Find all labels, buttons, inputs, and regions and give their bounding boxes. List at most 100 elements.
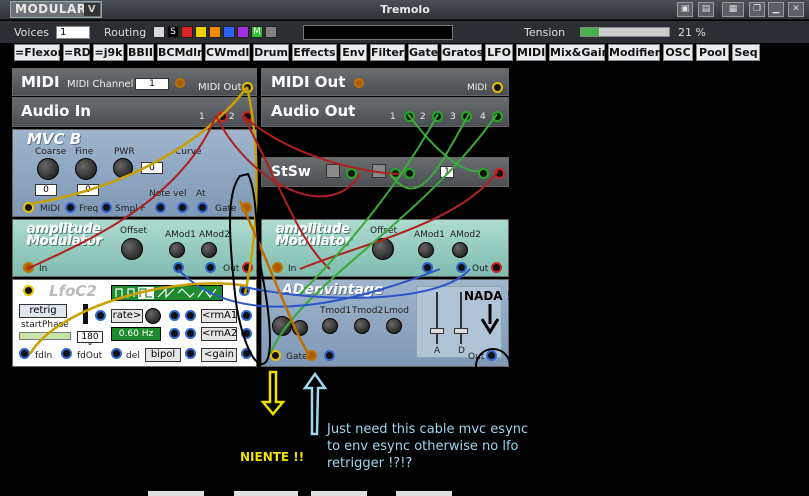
routing-swatch-6[interactable]: [237, 26, 249, 38]
am1-offset-knob[interactable]: [121, 238, 143, 260]
lfo-gain-out-jack[interactable]: [241, 348, 252, 359]
pin-icon[interactable]: ▣: [677, 2, 693, 17]
am2-offset-knob[interactable]: [372, 238, 394, 260]
category--j9k[interactable]: =j9k: [93, 44, 124, 61]
taskbar-tab-2[interactable]: [234, 491, 298, 496]
audio-out-jack-3[interactable]: [461, 111, 472, 122]
lfo-gain-jack[interactable]: [185, 348, 196, 359]
mvc-gate-jack[interactable]: [241, 202, 252, 213]
lfo-rma1-button[interactable]: <rmA1: [201, 309, 237, 323]
audio-out-jack-2[interactable]: [432, 111, 443, 122]
midi-channel-field[interactable]: 1: [135, 78, 169, 90]
category-cwmdl[interactable]: CWmdl: [205, 44, 250, 61]
routing-swatch-3[interactable]: [195, 26, 207, 38]
mvc-coarse-knob[interactable]: [37, 158, 59, 180]
env-tmod2-knob[interactable]: [354, 318, 370, 334]
routing-swatch-2[interactable]: [181, 26, 193, 38]
lfo-rate-knob[interactable]: [145, 308, 161, 324]
app-logo[interactable]: MODULAR V: [10, 1, 102, 18]
am1-amod1-jack[interactable]: [173, 262, 184, 273]
category--flexor[interactable]: =Flexor: [14, 44, 63, 61]
tension-bar[interactable]: [580, 27, 670, 37]
audio-out-jack-1[interactable]: [404, 111, 415, 122]
lfo-rma1-out-jack[interactable]: [241, 310, 252, 321]
taskbar-tab-3[interactable]: [311, 491, 367, 496]
env-esync-jack[interactable]: [306, 350, 317, 361]
module-amp-mod-1[interactable]: amplitude Modulator Offset AMod1 AMod2 I…: [12, 219, 257, 277]
module-midi-out[interactable]: MIDI Out MIDI: [261, 68, 509, 96]
lfo-fdout-jack[interactable]: [61, 348, 72, 359]
env-d-knob[interactable]: [292, 320, 308, 336]
lfo-gain-button[interactable]: <gain: [201, 348, 237, 362]
env-a-knob[interactable]: [272, 316, 292, 336]
env-tmod1-knob[interactable]: [322, 318, 338, 334]
mvc-fine-value[interactable]: 0: [77, 184, 99, 196]
lfo-trig-slider[interactable]: [83, 304, 88, 324]
module-lfo[interactable]: LfoC2 retrig rate> <rmA1 startPhase 180 …: [12, 279, 257, 367]
category-effects[interactable]: Effects: [292, 44, 337, 61]
env-tmod-jack[interactable]: [324, 350, 335, 361]
mvc-vel-jack[interactable]: [177, 202, 188, 213]
env-d-fader[interactable]: [454, 328, 468, 334]
stsw-switch-2[interactable]: [372, 164, 386, 178]
am2-amod2-jack[interactable]: [456, 262, 467, 273]
routing-swatch-7[interactable]: M: [251, 26, 263, 38]
stsw-value[interactable]: 1: [440, 166, 454, 178]
lfo-sync-jack[interactable]: [23, 285, 34, 296]
close-icon[interactable]: ✕: [788, 2, 804, 17]
category--rd[interactable]: =RD: [63, 44, 91, 61]
module-midi[interactable]: MIDI MIDI Channel 1 MIDI Out: [12, 68, 257, 96]
lfo-rate-button[interactable]: rate>: [111, 309, 143, 323]
audio-out-jack-4[interactable]: [492, 111, 503, 122]
mvc-smpl-jack[interactable]: [101, 202, 112, 213]
lfo-rma2-in-jack[interactable]: [169, 328, 180, 339]
patch-canvas[interactable]: MIDI MIDI Channel 1 MIDI Out Audio In 1 …: [0, 64, 809, 496]
lfo-fdin-jack[interactable]: [19, 348, 30, 359]
midi-out-jack[interactable]: [242, 82, 253, 93]
keyboard-icon[interactable]: ▦: [722, 2, 744, 17]
category-drum[interactable]: Drum: [253, 44, 289, 61]
lfo-freq-display[interactable]: 0.60 Hz: [111, 327, 161, 341]
stsw-jack-out1[interactable]: [478, 168, 489, 179]
am1-out-jack[interactable]: [242, 262, 253, 273]
mvc-fine-knob[interactable]: [75, 158, 97, 180]
lfo-rma2-out-jack[interactable]: [241, 328, 252, 339]
am2-amod1-jack[interactable]: [422, 262, 433, 273]
am1-amod2-knob[interactable]: [201, 242, 217, 258]
am1-amod2-jack[interactable]: [205, 262, 216, 273]
mvc-pwr-knob[interactable]: [113, 158, 133, 178]
mvc-at-jack[interactable]: [197, 202, 208, 213]
audio-in-jack-1[interactable]: [217, 111, 228, 122]
mvc-pwr-value[interactable]: 0: [141, 162, 163, 174]
category-env[interactable]: Env: [340, 44, 367, 61]
stsw-switch-1[interactable]: [326, 164, 340, 178]
lfo-del-jack[interactable]: [111, 348, 122, 359]
taskbar-tab-1[interactable]: [148, 491, 204, 496]
lfo-rate-jack[interactable]: [95, 310, 106, 321]
category-pool[interactable]: Pool: [696, 44, 729, 61]
routing-swatch-0[interactable]: [153, 26, 165, 38]
audio-in-jack-2[interactable]: [242, 111, 253, 122]
stsw-jack-out2[interactable]: [494, 168, 505, 179]
module-audio-in[interactable]: Audio In 1 2: [12, 97, 257, 127]
module-amp-mod-2[interactable]: amplitude Modulator Offset AMod1 AMod2 I…: [261, 219, 509, 277]
lfo-bipol-button[interactable]: bipol: [145, 348, 181, 362]
stsw-jack-1[interactable]: [346, 168, 357, 179]
am2-amod1-knob[interactable]: [418, 242, 434, 258]
env-lmod-knob[interactable]: [386, 318, 402, 334]
lfo-rma1-in-jack[interactable]: [169, 310, 180, 321]
lfo-rma2-button[interactable]: <rmA2: [201, 327, 237, 341]
mvc-freq-jack[interactable]: [65, 202, 76, 213]
routing-swatch-4[interactable]: [209, 26, 221, 38]
midi-out-in-jack[interactable]: [492, 82, 503, 93]
category-filter[interactable]: Filter: [370, 44, 405, 61]
routing-swatch-5[interactable]: [223, 26, 235, 38]
lfo-rma1-jack[interactable]: [185, 310, 196, 321]
category-bbii[interactable]: BBII: [127, 44, 154, 61]
lfo-rma2-jack[interactable]: [185, 328, 196, 339]
category-gratos[interactable]: Gratos: [441, 44, 483, 61]
env-a-fader[interactable]: [430, 328, 444, 334]
routing-swatch-8[interactable]: [265, 26, 277, 38]
lfo-startphase-slider[interactable]: [19, 332, 71, 340]
am2-out-jack[interactable]: [491, 262, 502, 273]
